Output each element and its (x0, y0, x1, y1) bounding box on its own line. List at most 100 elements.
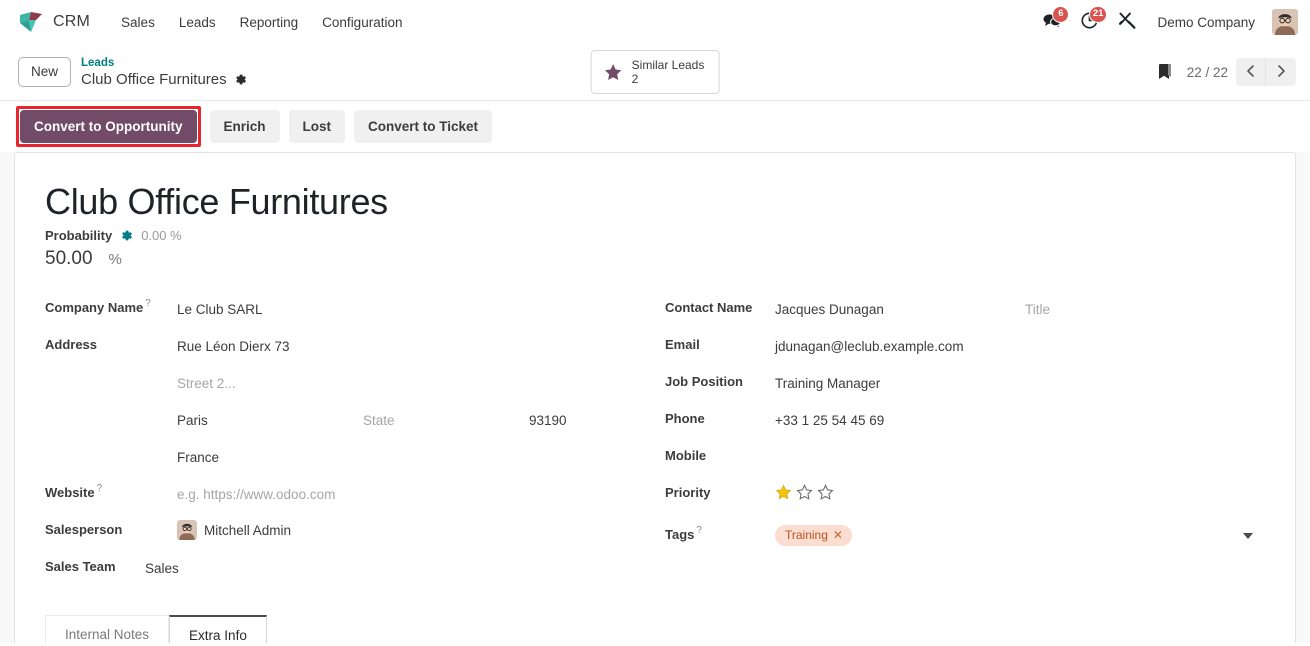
control-panel-right: 22 / 22 (1157, 58, 1296, 86)
mobile-label: Mobile (665, 448, 707, 463)
similar-leads-button[interactable]: Similar Leads 2 (590, 50, 720, 94)
tag-chip[interactable]: Training ✕ (775, 525, 852, 546)
menu-item-leads[interactable]: Leads (168, 9, 227, 36)
phone-label: Phone (665, 411, 705, 426)
field-address-country: France (45, 444, 655, 481)
address-street2-input[interactable]: Street 2... (177, 370, 236, 393)
menu-item-reporting[interactable]: Reporting (229, 9, 310, 36)
sales-team-label: Sales Team (45, 559, 116, 574)
app-brand[interactable]: CRM (18, 11, 90, 33)
star-icon-filled[interactable] (775, 484, 792, 501)
probability-label: Probability (45, 228, 113, 243)
page-title[interactable]: Club Office Furnitures (45, 179, 1265, 225)
field-company-name: Company Name ? Le Club SARL (45, 296, 655, 333)
chevron-left-icon (1244, 64, 1258, 81)
field-salesperson: Salesperson Mitchell Admin (45, 518, 655, 555)
pager-next-button[interactable] (1266, 58, 1296, 86)
address-country-value[interactable]: France (177, 444, 219, 467)
convert-to-ticket-button[interactable]: Convert to Ticket (354, 110, 493, 143)
menu-item-configuration[interactable]: Configuration (311, 9, 413, 36)
messages-button[interactable]: 6 (1034, 5, 1070, 39)
contact-name-value[interactable]: Jacques Dunagan (775, 296, 1025, 319)
breadcrumb: New Leads Club Office Furnitures (18, 57, 247, 88)
phone-value[interactable]: +33 1 25 54 45 69 (775, 407, 884, 430)
main-menu: Sales Leads Reporting Configuration (110, 9, 413, 36)
probability-unit: % (108, 251, 122, 268)
field-sales-team: Sales Team Sales (45, 555, 655, 592)
gear-icon[interactable] (120, 229, 133, 242)
probability-header-row: Probability 0.00 % (45, 228, 1265, 243)
email-label: Email (665, 337, 700, 352)
contact-title-input[interactable]: Title (1025, 296, 1050, 319)
field-website: Website ? e.g. https://www.odoo.com (45, 481, 655, 518)
website-label: Website ? (45, 481, 177, 500)
pager-previous-button[interactable] (1236, 58, 1266, 86)
form-sheet: Club Office Furnitures Probability 0.00 … (14, 152, 1296, 643)
probability-auto-value: 0.00 % (141, 228, 182, 243)
help-icon[interactable]: ? (145, 298, 151, 309)
activities-button[interactable]: 21 (1072, 5, 1108, 39)
tags-label: Tags ? (665, 523, 775, 542)
tab-internal-notes[interactable]: Internal Notes (45, 615, 170, 643)
menu-item-sales[interactable]: Sales (110, 9, 166, 36)
address-state-input[interactable]: State (363, 407, 529, 430)
pager: 22 / 22 (1187, 58, 1296, 86)
gear-icon[interactable] (234, 73, 247, 86)
lost-button[interactable]: Lost (288, 110, 346, 143)
contact-name-label: Contact Name (665, 300, 753, 315)
record-name-label: Club Office Furnitures (81, 70, 227, 88)
field-email: Email jdunagan@leclub.example.com (665, 333, 1265, 370)
bookmark-icon[interactable] (1157, 63, 1173, 81)
address-city-value[interactable]: Paris (177, 407, 363, 430)
tools-wrench-icon (1118, 11, 1137, 33)
probability-input[interactable]: 50.00 (45, 246, 93, 272)
sales-team-value[interactable]: Sales (145, 555, 179, 578)
company-name-label-text: Company Name (45, 300, 144, 315)
tag-label: Training (785, 528, 828, 542)
star-icon-empty[interactable] (817, 484, 834, 501)
job-position-label: Job Position (665, 374, 743, 389)
similar-leads-count: 2 (631, 72, 639, 86)
address-country-spacer (45, 444, 177, 448)
caret-down-icon[interactable] (1243, 528, 1253, 543)
enrich-button[interactable]: Enrich (209, 110, 280, 143)
job-position-value[interactable]: Training Manager (775, 370, 880, 393)
field-address-city-state-zip: Paris State 93190 (45, 407, 655, 444)
form-sheet-background: Club Office Furnitures Probability 0.00 … (0, 152, 1310, 643)
breadcrumb-item-leads[interactable]: Leads (81, 57, 247, 70)
star-icon-empty[interactable] (796, 484, 813, 501)
tab-extra-info[interactable]: Extra Info (169, 615, 267, 643)
address-street2-spacer (45, 370, 177, 374)
right-field-column: Contact Name Jacques Dunagan Title Email… (655, 296, 1265, 643)
salesperson-name: Mitchell Admin (204, 522, 292, 538)
address-zip-value[interactable]: 93190 (529, 407, 567, 430)
stat-buttons: Similar Leads 2 (590, 50, 720, 94)
company-switcher[interactable]: Demo Company (1148, 9, 1264, 36)
navbar-right-section: 6 21 Demo Company (1034, 5, 1298, 39)
close-icon[interactable]: ✕ (833, 528, 843, 543)
address-street-value[interactable]: Rue Léon Dierx 73 (177, 333, 290, 356)
developer-tools-button[interactable] (1110, 5, 1144, 39)
avatar[interactable] (1272, 9, 1298, 35)
field-contact-name: Contact Name Jacques Dunagan Title (665, 296, 1265, 333)
convert-to-opportunity-button[interactable]: Convert to Opportunity (20, 110, 197, 143)
tags-input[interactable]: Training ✕ (775, 523, 1265, 546)
similar-leads-text: Similar Leads 2 (632, 58, 705, 86)
help-icon[interactable]: ? (97, 483, 103, 494)
email-value[interactable]: jdunagan@leclub.example.com (775, 333, 964, 356)
help-icon[interactable]: ? (696, 525, 702, 536)
notebook-tabs: Internal Notes Extra Info (45, 614, 655, 643)
website-input[interactable]: e.g. https://www.odoo.com (177, 481, 335, 504)
salesperson-label: Salesperson (45, 522, 123, 537)
probability-value-row: 50.00 % (45, 246, 1265, 272)
field-job-position: Job Position Training Manager (665, 370, 1265, 407)
address-label: Address (45, 337, 98, 352)
pager-count[interactable]: 22 / 22 (1187, 65, 1228, 80)
salesperson-value[interactable]: Mitchell Admin (177, 518, 291, 540)
field-address-street2: Street 2... (45, 370, 655, 407)
field-address-street: Address Rue Léon Dierx 73 (45, 333, 655, 370)
company-name-value[interactable]: Le Club SARL (177, 296, 263, 319)
new-record-button[interactable]: New (18, 57, 72, 87)
pager-buttons (1236, 58, 1296, 86)
activities-badge: 21 (1088, 6, 1108, 23)
